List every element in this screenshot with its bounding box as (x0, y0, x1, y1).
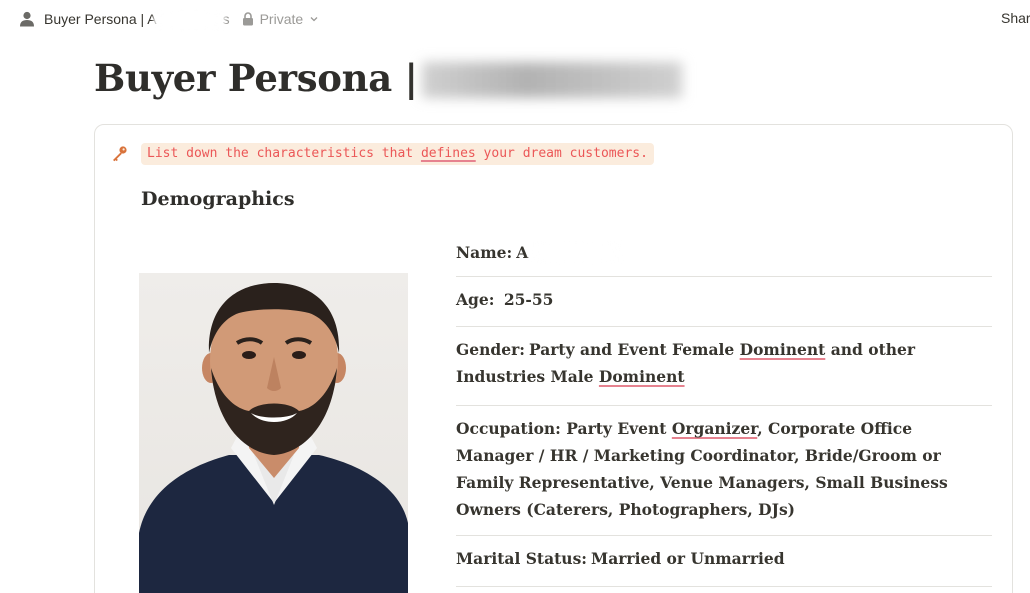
hint-text-flagged: defines (420, 146, 476, 161)
attr-value-marital: Married or Unmarried (591, 549, 785, 568)
chevron-down-icon[interactable] (309, 14, 319, 24)
redaction-blur (152, 9, 225, 31)
attr-label-gender: Gender: (456, 340, 525, 359)
privacy-label[interactable]: Private (260, 11, 304, 27)
page-title[interactable]: Buyer Persona | (94, 56, 682, 100)
breadcrumb[interactable]: Buyer Persona | A s Private (18, 9, 319, 31)
name-redaction-blur (528, 241, 625, 263)
attribute-list: Name: A Age: 25-55 Gender: Party and Event… (456, 230, 992, 587)
attr-value-name: A (516, 243, 529, 262)
top-bar: Buyer Persona | A s Private Share (0, 0, 1030, 38)
title-redaction-blur (421, 61, 682, 98)
key-icon[interactable] (111, 145, 128, 162)
attr-label-age: Age: (456, 290, 495, 309)
section-heading[interactable]: Demographics (141, 188, 295, 210)
attr-row-name[interactable]: Name: A (456, 230, 992, 277)
gender-flagged-2: Dominent (598, 367, 685, 386)
attr-label-marital: Marital Status: (456, 549, 588, 568)
attr-value-age: 25-55 (503, 290, 554, 309)
persona-photo[interactable] (139, 273, 408, 593)
user-icon (20, 11, 34, 27)
share-button[interactable]: Share (1001, 10, 1030, 26)
attr-row-gender[interactable]: Gender: Party and Event Female Dominent a… (456, 327, 992, 406)
hint-text-after: your dream customers. (475, 146, 648, 161)
lock-icon (242, 12, 253, 26)
attr-row-occupation[interactable]: Occupation: Party Event Organizer, Corpo… (456, 406, 992, 536)
attr-row-marital-status[interactable]: Marital Status: Married or Unmarried (456, 536, 992, 587)
occupation-flagged: Organizer (671, 419, 758, 438)
attr-label-name: Name: (456, 243, 513, 262)
attr-row-age[interactable]: Age: 25-55 (456, 277, 992, 327)
breadcrumb-title: Buyer Persona | A (44, 11, 157, 27)
hint-text-before: List down the characteristics that (147, 146, 421, 161)
gender-flagged-1: Dominent (739, 340, 826, 359)
gender-text-1: Party and Event Female (528, 340, 740, 359)
attr-label-occupation: Occupation: (456, 419, 561, 438)
portrait-illustration (139, 283, 408, 593)
occupation-text-1: Party Event (560, 419, 672, 438)
page-title-text: Buyer Persona | (94, 56, 418, 100)
callout-hint-text[interactable]: List down the characteristics that defin… (141, 143, 654, 165)
